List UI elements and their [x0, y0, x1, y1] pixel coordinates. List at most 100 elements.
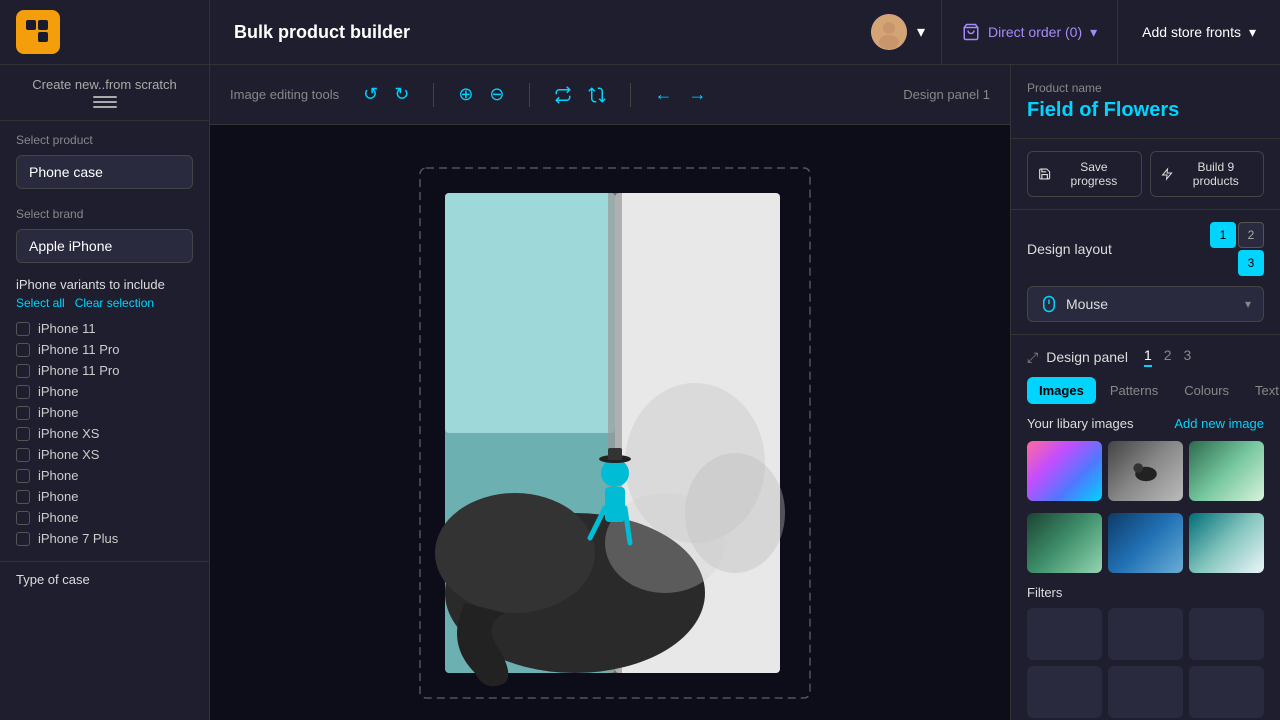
add-new-image-button[interactable]: Add new image: [1174, 416, 1264, 431]
variant-checkbox-2[interactable]: [16, 364, 30, 378]
tab-colours[interactable]: Colours: [1172, 377, 1241, 404]
image-grid-bottom: [1027, 513, 1264, 573]
filter-3[interactable]: [1189, 608, 1264, 660]
design-panel-section: ⤢ Design panel 1 2 3 Images Patterns Col…: [1011, 335, 1280, 720]
sidebar: Create new..from scratch Select product …: [0, 65, 210, 720]
filter-2[interactable]: [1108, 608, 1183, 660]
create-new-text: Create new..from scratch: [16, 77, 193, 92]
variant-checkbox-8[interactable]: [16, 490, 30, 504]
filters-title: Filters: [1027, 585, 1264, 600]
variant-item-0: iPhone 11: [16, 318, 193, 339]
layout-cell-1[interactable]: 1: [1210, 222, 1236, 248]
select-product-dropdown[interactable]: Phone case: [16, 155, 193, 189]
canvas-area: Image editing tools ↺ ↻ ⊕ ⊖: [210, 65, 1010, 720]
variant-name-1: iPhone 11 Pro: [38, 342, 119, 357]
chevron-down-icon: ▾: [917, 22, 925, 42]
variant-name-2: iPhone 11 Pro: [38, 363, 119, 378]
zoom-group: ⊕ ⊖: [454, 80, 508, 109]
variant-name-9: iPhone: [38, 510, 78, 525]
variants-list: iPhone 11 iPhone 11 Pro iPhone 11 Pro iP…: [16, 318, 193, 549]
zoom-out-button[interactable]: ⊖: [485, 80, 508, 109]
design-panel-num-1[interactable]: 1: [1144, 347, 1152, 367]
dropdown-icon: ▾: [1090, 24, 1097, 41]
library-header: Your libary images Add new image: [1027, 416, 1264, 431]
filter-4[interactable]: [1027, 666, 1102, 718]
tab-images[interactable]: Images: [1027, 377, 1096, 404]
clear-selection-button[interactable]: Clear selection: [75, 296, 154, 310]
library-image-3[interactable]: [1189, 441, 1264, 501]
avatar-area[interactable]: ▾: [855, 0, 942, 64]
layout-grid: 1 2 3: [1210, 222, 1264, 276]
variant-item-5: iPhone XS: [16, 423, 193, 444]
topbar: Bulk product builder ▾ Direct order (0) …: [0, 0, 1280, 65]
direct-order-label: Direct order (0): [988, 24, 1082, 40]
design-panel-num-2[interactable]: 2: [1164, 347, 1172, 367]
layout-cell-3[interactable]: 3: [1238, 250, 1264, 276]
redo-button[interactable]: ↻: [390, 80, 413, 109]
tab-patterns[interactable]: Patterns: [1098, 377, 1170, 404]
variant-name-7: iPhone: [38, 468, 78, 483]
variant-checkbox-4[interactable]: [16, 406, 30, 420]
create-new-button[interactable]: Create new..from scratch: [0, 65, 209, 121]
filter-6[interactable]: [1189, 666, 1264, 718]
design-panel-label: Design panel 1: [903, 87, 990, 102]
expand-icon[interactable]: ⤢: [1027, 349, 1038, 366]
filter-5[interactable]: [1108, 666, 1183, 718]
variant-name-3: iPhone: [38, 384, 78, 399]
mouse-dropdown[interactable]: Mouse ▾: [1027, 286, 1264, 322]
toolbar-divider-1: [433, 83, 434, 107]
variant-name-0: iPhone 11: [38, 321, 96, 336]
add-store-dropdown-icon: ▾: [1249, 24, 1256, 41]
library-image-2[interactable]: [1108, 441, 1183, 501]
undo-redo-group: ↺ ↻: [359, 80, 413, 109]
toolbar-divider-3: [630, 83, 631, 107]
variant-checkbox-10[interactable]: [16, 532, 30, 546]
undo-button[interactable]: ↺: [359, 80, 382, 109]
variants-section: iPhone variants to include Select all Cl…: [0, 269, 209, 557]
main-layout: Create new..from scratch Select product …: [0, 65, 1280, 720]
logo-icon: [16, 10, 60, 54]
zoom-in-button[interactable]: ⊕: [454, 80, 477, 109]
variant-checkbox-6[interactable]: [16, 448, 30, 462]
logo-area: [0, 0, 210, 64]
library-image-4[interactable]: [1027, 513, 1102, 573]
select-all-button[interactable]: Select all: [16, 296, 65, 310]
variant-checkbox-3[interactable]: [16, 385, 30, 399]
avatar: [871, 14, 907, 50]
next-button[interactable]: →: [685, 80, 711, 109]
prev-button[interactable]: ←: [651, 80, 677, 109]
variant-checkbox-1[interactable]: [16, 343, 30, 357]
variant-item-6: iPhone XS: [16, 444, 193, 465]
build-products-label: Build 9 products: [1179, 160, 1253, 188]
page-title: Bulk product builder: [210, 22, 855, 43]
tab-text[interactable]: Text: [1243, 377, 1280, 404]
variant-checkbox-9[interactable]: [16, 511, 30, 525]
filter-1[interactable]: [1027, 608, 1102, 660]
save-progress-button[interactable]: Save progress: [1027, 151, 1142, 197]
variant-checkbox-5[interactable]: [16, 427, 30, 441]
library-image-5[interactable]: [1108, 513, 1183, 573]
image-grid-top: [1027, 441, 1264, 501]
variants-actions: Select all Clear selection: [16, 296, 193, 310]
design-layout-header: Design layout 1 2 3: [1027, 222, 1264, 276]
layout-cell-2[interactable]: 2: [1238, 222, 1264, 248]
variant-item-1: iPhone 11 Pro: [16, 339, 193, 360]
direct-order-button[interactable]: Direct order (0) ▾: [942, 0, 1118, 64]
library-image-1[interactable]: [1027, 441, 1102, 501]
variant-item-3: iPhone: [16, 381, 193, 402]
variant-item-10: iPhone 7 Plus: [16, 528, 193, 549]
variant-checkbox-7[interactable]: [16, 469, 30, 483]
type-of-case-label: Type of case: [16, 572, 193, 587]
variant-checkbox-0[interactable]: [16, 322, 30, 336]
design-panel-num-3[interactable]: 3: [1184, 347, 1192, 367]
right-panel: Product name Field of Flowers Save progr…: [1010, 65, 1280, 720]
build-products-button[interactable]: Build 9 products: [1150, 151, 1265, 197]
add-store-button[interactable]: Add store fronts ▾: [1118, 0, 1280, 64]
variant-name-10: iPhone 7 Plus: [38, 531, 118, 546]
design-panel-header: ⤢ Design panel 1 2 3: [1027, 347, 1264, 367]
select-brand-dropdown[interactable]: Apple iPhone: [16, 229, 193, 263]
library-image-6[interactable]: [1189, 513, 1264, 573]
flip-vertical-button[interactable]: [584, 82, 610, 108]
canvas-toolbar: Image editing tools ↺ ↻ ⊕ ⊖: [210, 65, 1010, 125]
flip-horizontal-button[interactable]: [550, 82, 576, 108]
